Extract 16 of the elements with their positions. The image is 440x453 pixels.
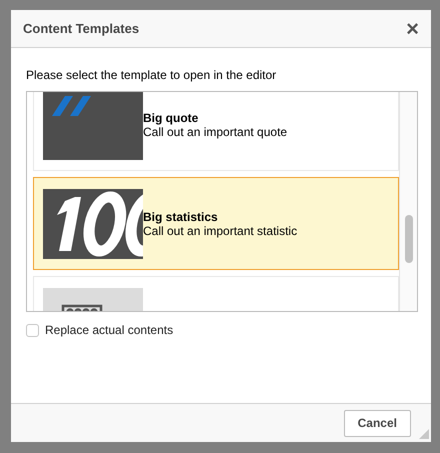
template-item[interactable]: Big statistics Call out an important statistic: [33, 177, 399, 270]
large-number-icon: [43, 188, 143, 258]
template-description: Call out an important statistic: [143, 224, 298, 238]
instruction-text: Please select the template to open in the editor: [26, 68, 278, 82]
template-title: Big quote: [143, 110, 200, 124]
template-description: Call out an important quote: [143, 124, 288, 138]
cancel-button[interactable]: Cancel: [344, 410, 411, 436]
checkbox[interactable]: [26, 324, 39, 336]
quote-marks-icon: [43, 92, 143, 160]
resize-grip-icon[interactable]: [419, 429, 429, 439]
template-item[interactable]: Big quote Call out an important quote: [33, 92, 399, 171]
scrollbar[interactable]: [399, 92, 417, 311]
close-button[interactable]: ×: [406, 18, 419, 40]
dialog-title: Content Templates: [23, 21, 140, 36]
template-title: Big statistics: [143, 210, 219, 224]
checkbox-label[interactable]: Replace actual contents: [45, 323, 174, 337]
